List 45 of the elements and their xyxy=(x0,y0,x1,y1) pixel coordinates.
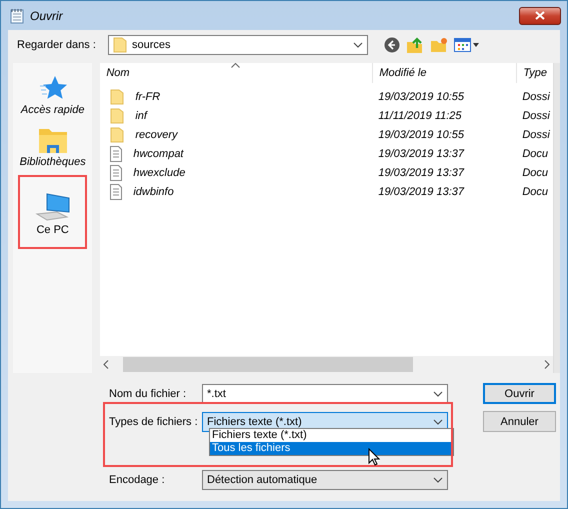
folder-icon xyxy=(110,88,124,104)
folder-icon xyxy=(113,37,127,53)
document-icon xyxy=(110,184,122,200)
chevron-down-icon xyxy=(353,42,363,48)
file-row[interactable]: inf 11/11/2019 11:25 Dossi xyxy=(100,106,553,125)
folder-icon xyxy=(110,126,124,142)
file-row[interactable]: hwcompat 19/03/2019 13:37 Docu xyxy=(100,144,553,163)
folder-icon xyxy=(38,126,68,154)
encoding-label: Encodage : xyxy=(109,474,166,486)
folder-icon xyxy=(110,108,124,124)
open-button[interactable]: Ouvrir xyxy=(483,383,556,404)
file-row[interactable]: fr-FR 19/03/2019 10:55 Dossi xyxy=(100,87,553,106)
dropdown-option[interactable]: Tous les fichiers xyxy=(210,442,453,455)
column-header[interactable]: Nom xyxy=(100,63,372,83)
close-button[interactable] xyxy=(519,6,561,24)
file-name-field[interactable]: *.txt xyxy=(202,384,448,404)
column-header[interactable]: Modifié le xyxy=(372,63,516,83)
sidebar-item[interactable]: Bibliothèques xyxy=(14,123,92,171)
file-name-label: Nom du fichier : xyxy=(109,388,188,400)
chevron-down-icon xyxy=(433,418,443,424)
file-row[interactable]: idwbinfo 19/03/2019 13:37 Docu xyxy=(100,182,553,201)
file-row[interactable]: hwexclude 19/03/2019 13:37 Docu xyxy=(100,163,553,182)
vertical-scrollbar[interactable] xyxy=(553,63,560,373)
horizontal-scrollbar[interactable] xyxy=(100,356,553,373)
file-types-label: Types de fichiers : xyxy=(109,416,199,428)
document-icon xyxy=(110,146,122,162)
location-dropdown[interactable]: sources xyxy=(108,35,368,55)
computer-icon xyxy=(34,192,71,222)
document-icon xyxy=(110,164,122,180)
view-menu-icon[interactable] xyxy=(454,37,480,53)
folder-up-icon[interactable] xyxy=(406,36,424,54)
scroll-right-icon[interactable] xyxy=(544,360,550,369)
sidebar-item[interactable]: Ce PC xyxy=(14,189,92,239)
sidebar-item[interactable]: Accès rapide xyxy=(14,71,92,119)
look-in-label: Regarder dans : xyxy=(17,39,97,51)
chevron-down-icon xyxy=(433,390,443,396)
cancel-button[interactable]: Annuler xyxy=(483,411,556,432)
file-row[interactable]: recovery 19/03/2019 10:55 Dossi xyxy=(100,125,553,144)
window-title: Ouvrir xyxy=(30,8,64,22)
scroll-left-icon[interactable] xyxy=(103,360,110,369)
close-icon xyxy=(535,11,545,20)
notepad-icon xyxy=(10,8,24,24)
back-icon[interactable] xyxy=(384,37,400,53)
encoding-dropdown[interactable]: Détection automatique xyxy=(202,470,448,490)
chevron-down-icon xyxy=(433,477,443,483)
